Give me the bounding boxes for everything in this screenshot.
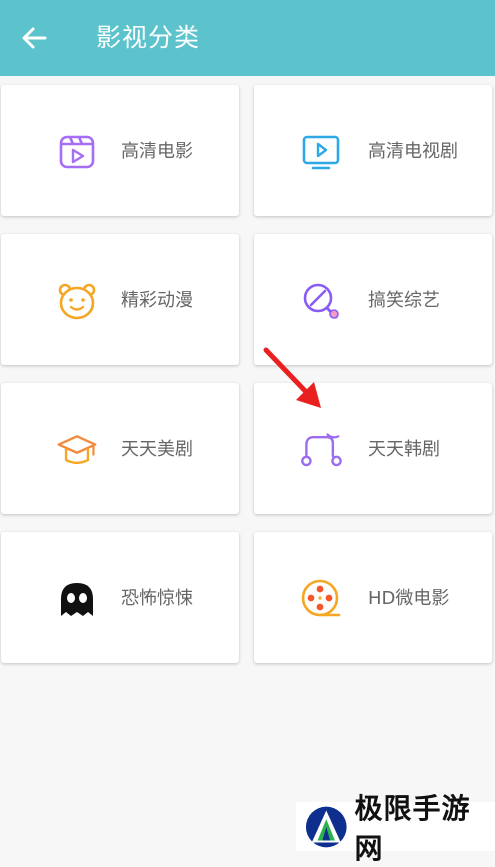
- category-card-horror[interactable]: 恐怖惊悚: [1, 532, 239, 663]
- category-label: 高清电视剧: [368, 141, 458, 162]
- magnifier-lollipop-icon: [300, 281, 342, 321]
- category-label: 恐怖惊悚: [121, 588, 193, 609]
- arrow-left-icon: [22, 27, 47, 49]
- film-reel-icon: [300, 579, 342, 619]
- watermark: 极限手游网: [296, 792, 495, 865]
- jixian-logo-icon: [305, 806, 347, 847]
- tv-play-icon: [300, 132, 342, 172]
- watermark-text: 极限手游网: [354, 791, 471, 865]
- category-card-hd-movie[interactable]: 高清电影: [1, 85, 239, 216]
- category-label: 天天韩剧: [368, 439, 440, 460]
- category-label: 精彩动漫: [121, 290, 193, 311]
- graduation-cap-icon: [56, 430, 98, 470]
- category-card-anime[interactable]: 精彩动漫: [1, 234, 239, 365]
- category-label: 高清电影: [121, 141, 193, 162]
- page-title: 影视分类: [96, 23, 201, 52]
- category-label: HD微电影: [368, 588, 450, 609]
- category-label: 天天美剧: [121, 439, 193, 460]
- red-arrow-icon: [263, 347, 321, 408]
- category-card-hd-tv[interactable]: 高清电视剧: [254, 85, 492, 216]
- app-bar: 影视分类: [0, 0, 495, 76]
- category-card-hd-micro-film[interactable]: HD微电影: [254, 532, 492, 663]
- back-button[interactable]: [18, 22, 50, 54]
- ghost-icon: [56, 579, 98, 619]
- film-clapper-icon: [56, 132, 98, 172]
- music-note-icon: [300, 430, 342, 470]
- bear-face-icon: [56, 281, 98, 321]
- category-card-us-drama[interactable]: 天天美剧: [1, 383, 239, 514]
- category-label: 搞笑综艺: [368, 290, 440, 311]
